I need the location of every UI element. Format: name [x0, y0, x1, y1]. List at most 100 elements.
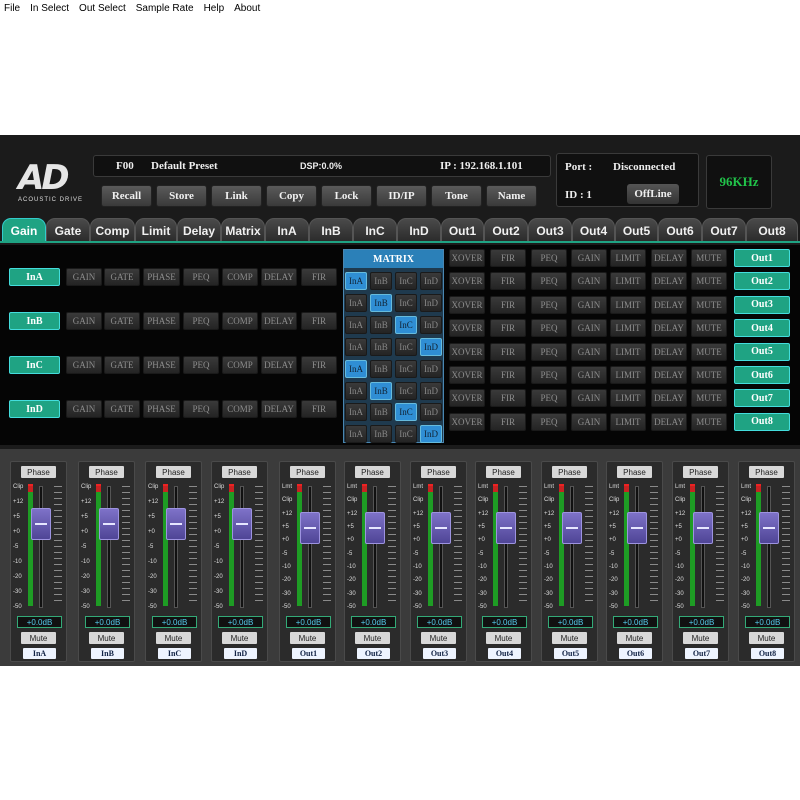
- out7-xover-button[interactable]: XOVER: [449, 389, 485, 408]
- input-ina-button[interactable]: InA: [9, 268, 60, 286]
- phase-button[interactable]: Phase: [421, 466, 456, 478]
- output-out4-button[interactable]: Out4: [734, 319, 790, 338]
- menu-in-select[interactable]: In Select: [30, 3, 69, 14]
- id-ip-button[interactable]: ID/IP: [376, 185, 427, 207]
- lock-button[interactable]: Lock: [321, 185, 372, 207]
- matrix-out7-inb[interactable]: InB: [370, 403, 392, 422]
- gain-readout[interactable]: +0.0dB: [218, 616, 263, 628]
- link-button[interactable]: Link: [211, 185, 262, 207]
- out8-delay-button[interactable]: DELAY: [651, 412, 687, 431]
- ind-gate-button[interactable]: GATE: [104, 400, 140, 418]
- store-button[interactable]: Store: [156, 185, 207, 207]
- matrix-out2-ina[interactable]: InA: [345, 293, 367, 312]
- fader-knob[interactable]: [31, 508, 51, 540]
- gain-readout[interactable]: +0.0dB: [417, 616, 462, 628]
- inb-comp-button[interactable]: COMP: [222, 312, 258, 330]
- mute-button[interactable]: Mute: [89, 632, 124, 644]
- out1-gain-button[interactable]: GAIN: [571, 249, 607, 267]
- mute-button[interactable]: Mute: [421, 632, 456, 644]
- matrix-out6-inc[interactable]: InC: [395, 381, 417, 400]
- name-button[interactable]: Name: [486, 185, 537, 207]
- matrix-out3-ina[interactable]: InA: [345, 315, 367, 334]
- menu-help[interactable]: Help: [204, 3, 225, 14]
- phase-button[interactable]: Phase: [552, 466, 587, 478]
- output-out1-button[interactable]: Out1: [734, 249, 790, 267]
- matrix-out1-ind[interactable]: InD: [420, 272, 442, 290]
- out2-limit-button[interactable]: LIMIT: [610, 272, 646, 291]
- ina-phase-button[interactable]: PHASE: [143, 268, 180, 286]
- matrix-out4-inc[interactable]: InC: [395, 337, 417, 356]
- ina-fir-button[interactable]: FIR: [301, 268, 337, 286]
- inb-fir-button[interactable]: FIR: [301, 312, 337, 330]
- out1-xover-button[interactable]: XOVER: [449, 249, 485, 267]
- tab-gain[interactable]: Gain: [2, 218, 46, 242]
- matrix-out7-inc[interactable]: InC: [395, 403, 417, 422]
- out5-xover-button[interactable]: XOVER: [449, 342, 485, 361]
- gain-readout[interactable]: +0.0dB: [745, 616, 790, 628]
- inb-gain-button[interactable]: GAIN: [66, 312, 102, 330]
- gain-readout[interactable]: +0.0dB: [679, 616, 724, 628]
- matrix-out6-ind[interactable]: InD: [420, 381, 442, 400]
- out7-fir-button[interactable]: FIR: [490, 389, 526, 408]
- out6-delay-button[interactable]: DELAY: [651, 366, 687, 384]
- phase-button[interactable]: Phase: [683, 466, 718, 478]
- out3-fir-button[interactable]: FIR: [490, 295, 526, 314]
- tab-inc[interactable]: InC: [353, 218, 397, 242]
- ina-delay-button[interactable]: DELAY: [261, 268, 297, 286]
- tab-out2[interactable]: Out2: [484, 218, 528, 242]
- out2-peq-button[interactable]: PEQ: [531, 272, 567, 291]
- phase-button[interactable]: Phase: [749, 466, 784, 478]
- fader-knob[interactable]: [693, 512, 713, 544]
- phase-button[interactable]: Phase: [486, 466, 521, 478]
- output-out7-button[interactable]: Out7: [734, 389, 790, 408]
- tab-delay[interactable]: Delay: [177, 218, 221, 242]
- out2-mute-button[interactable]: MUTE: [691, 272, 727, 291]
- mute-button[interactable]: Mute: [355, 632, 390, 644]
- matrix-out3-inb[interactable]: InB: [370, 315, 392, 334]
- output-out8-button[interactable]: Out8: [734, 412, 790, 431]
- inb-gate-button[interactable]: GATE: [104, 312, 140, 330]
- matrix-out5-ind[interactable]: InD: [420, 359, 442, 378]
- gain-readout[interactable]: +0.0dB: [613, 616, 658, 628]
- mute-button[interactable]: Mute: [617, 632, 652, 644]
- tab-ina[interactable]: InA: [265, 218, 309, 242]
- out3-limit-button[interactable]: LIMIT: [610, 295, 646, 314]
- matrix-out1-inc[interactable]: InC: [395, 272, 417, 290]
- matrix-out1-ina[interactable]: InA: [345, 272, 367, 290]
- out1-mute-button[interactable]: MUTE: [691, 249, 727, 267]
- matrix-out8-ina[interactable]: InA: [345, 425, 367, 444]
- inc-delay-button[interactable]: DELAY: [261, 356, 297, 374]
- mute-button[interactable]: Mute: [683, 632, 718, 644]
- ind-peq-button[interactable]: PEQ: [183, 400, 219, 418]
- menu-out-select[interactable]: Out Select: [79, 3, 126, 14]
- out8-mute-button[interactable]: MUTE: [691, 412, 727, 431]
- matrix-out5-ina[interactable]: InA: [345, 359, 367, 378]
- gain-readout[interactable]: +0.0dB: [152, 616, 197, 628]
- out6-fir-button[interactable]: FIR: [490, 366, 526, 384]
- out8-limit-button[interactable]: LIMIT: [610, 412, 646, 431]
- ina-gate-button[interactable]: GATE: [104, 268, 140, 286]
- phase-button[interactable]: Phase: [290, 466, 325, 478]
- matrix-out4-ind[interactable]: InD: [420, 337, 442, 356]
- out4-limit-button[interactable]: LIMIT: [610, 319, 646, 338]
- mute-button[interactable]: Mute: [156, 632, 191, 644]
- menu-file[interactable]: File: [4, 3, 20, 14]
- out7-peq-button[interactable]: PEQ: [531, 389, 567, 408]
- phase-button[interactable]: Phase: [222, 466, 257, 478]
- tab-comp[interactable]: Comp: [90, 218, 135, 242]
- out8-gain-button[interactable]: GAIN: [571, 412, 607, 431]
- out5-delay-button[interactable]: DELAY: [651, 342, 687, 361]
- mute-button[interactable]: Mute: [290, 632, 325, 644]
- out2-gain-button[interactable]: GAIN: [571, 272, 607, 291]
- matrix-out8-inc[interactable]: InC: [395, 425, 417, 444]
- fader-knob[interactable]: [496, 512, 516, 544]
- matrix-out6-ina[interactable]: InA: [345, 381, 367, 400]
- fader-knob[interactable]: [759, 512, 779, 544]
- out7-mute-button[interactable]: MUTE: [691, 389, 727, 408]
- fader-knob[interactable]: [300, 512, 320, 544]
- phase-button[interactable]: Phase: [21, 466, 56, 478]
- output-out3-button[interactable]: Out3: [734, 295, 790, 314]
- out2-fir-button[interactable]: FIR: [490, 272, 526, 291]
- out2-xover-button[interactable]: XOVER: [449, 272, 485, 291]
- inb-peq-button[interactable]: PEQ: [183, 312, 219, 330]
